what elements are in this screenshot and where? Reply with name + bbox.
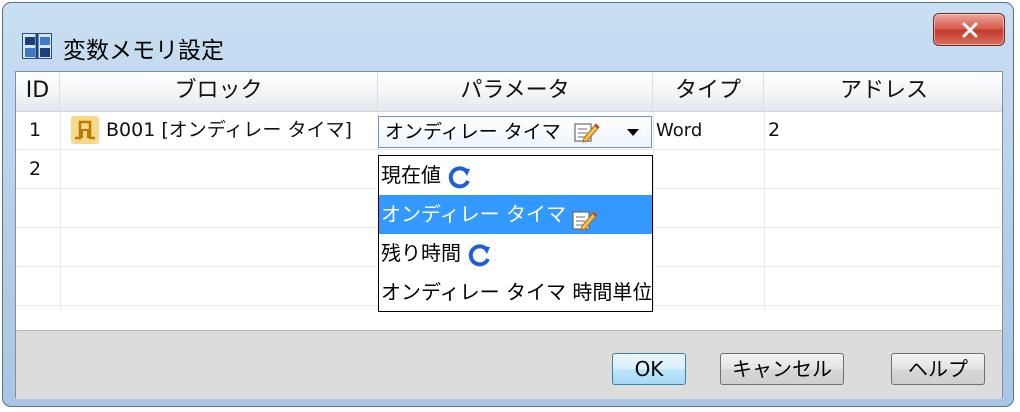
ondelay-timer-block-icon (71, 116, 99, 144)
row-1-id: 1 (29, 119, 42, 141)
header-type[interactable]: タイプ (653, 72, 764, 111)
dropdown-option-ondelay-timer[interactable]: オンディレー タイマ (379, 195, 652, 234)
column-divider (764, 111, 765, 311)
header-address[interactable]: アドレス (764, 72, 1004, 111)
column-divider (60, 111, 61, 311)
dropdown-option-remaining-time[interactable]: 残り時間 (379, 234, 652, 273)
row-2-id: 2 (29, 158, 42, 180)
table-header: ID ブロック パラメータ タイプ アドレス (16, 72, 1002, 112)
title-bar[interactable]: 変数メモリ設定 (3, 3, 1013, 64)
edit-icon (574, 121, 600, 143)
parameter-combobox-value: オンディレー タイマ (385, 121, 561, 143)
dropdown-option-ondelay-timer-time-unit[interactable]: オンディレー タイマ 時間単位 (379, 273, 652, 312)
parameter-dropdown-list: 現在値 オンディレー タイマ 残り時間 オンディレー タイマ 時間単位 (378, 155, 653, 312)
parameter-combobox[interactable]: オンディレー タイマ (378, 116, 652, 148)
ok-button[interactable]: OK (612, 353, 686, 385)
dropdown-option-label: 残り時間 (381, 241, 461, 265)
dialog-window: 変数メモリ設定 ID ブロック パラメータ タイプ アドレス 1 B001 [オ… (2, 2, 1014, 407)
chevron-down-icon[interactable] (627, 129, 639, 136)
row-1-block: B001 [オンディレー タイマ] (106, 119, 352, 141)
cancel-button[interactable]: キャンセル (720, 353, 844, 385)
dropdown-option-label: 現在値 (381, 163, 441, 187)
window-title: 変数メモリ設定 (63, 38, 224, 64)
app-icon (22, 33, 52, 59)
header-id[interactable]: ID (16, 72, 60, 111)
dropdown-option-current-value[interactable]: 現在値 (379, 156, 652, 195)
header-block[interactable]: ブロック (60, 72, 378, 111)
dropdown-option-label: オンディレー タイマ 時間単位 (381, 280, 653, 304)
button-bar: OK キャンセル ヘルプ (16, 330, 1002, 399)
header-parameter[interactable]: パラメータ (378, 72, 653, 111)
row-1-type: Word (656, 120, 703, 141)
refresh-icon (447, 164, 473, 190)
refresh-icon (467, 242, 493, 268)
column-divider (653, 111, 654, 311)
row-1-address: 2 (768, 119, 781, 141)
help-button[interactable]: ヘルプ (891, 353, 985, 385)
variable-memory-table: ID ブロック パラメータ タイプ アドレス 1 B001 [オンディレー タイ… (15, 71, 1003, 399)
dropdown-option-label: オンディレー タイマ (381, 202, 566, 226)
close-icon (962, 22, 978, 38)
edit-icon (572, 205, 599, 231)
close-button[interactable] (933, 13, 1005, 46)
